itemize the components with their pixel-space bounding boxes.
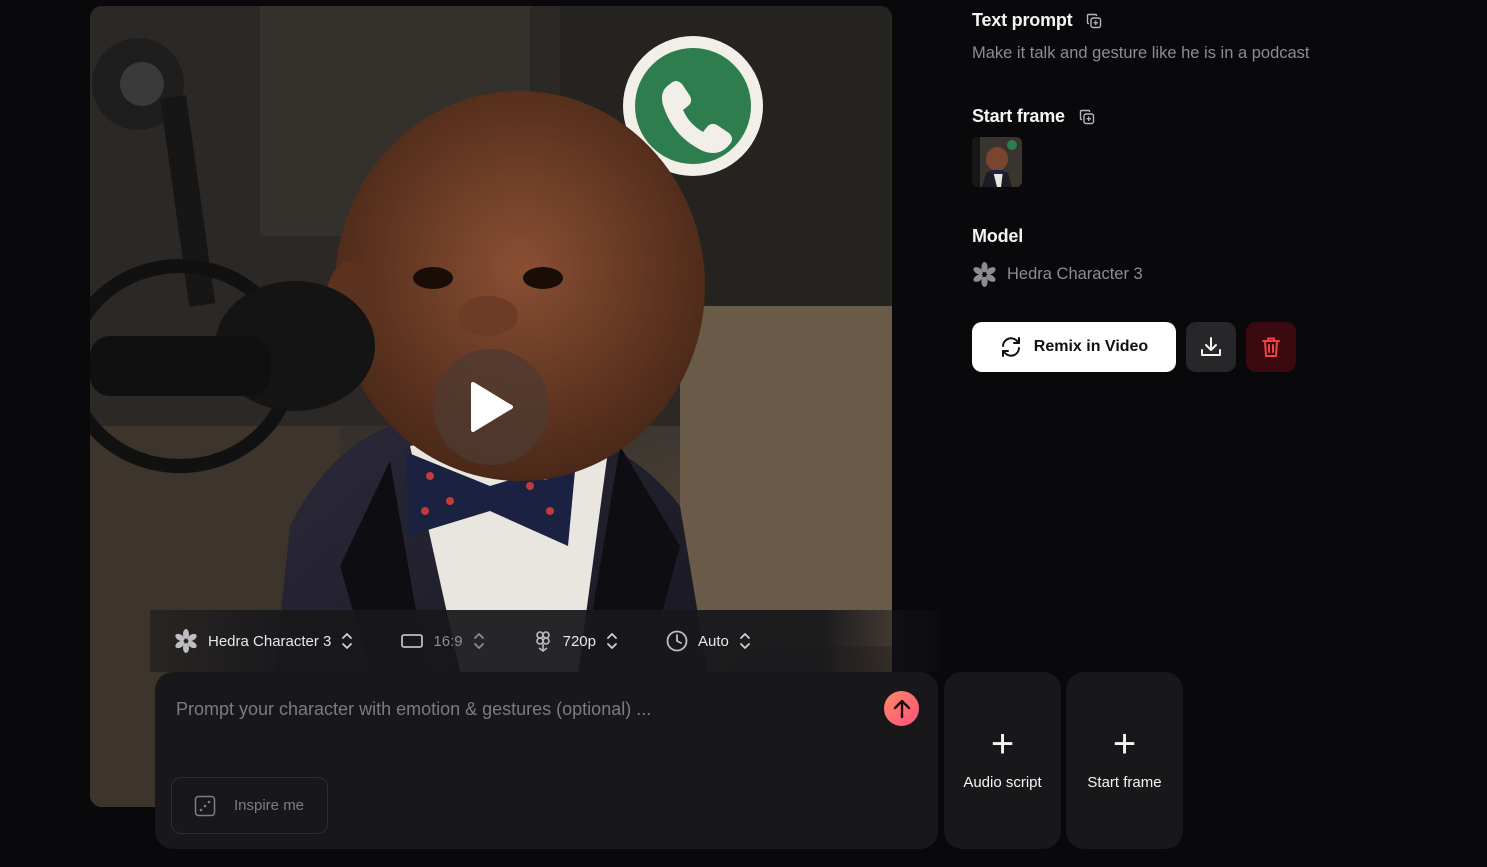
chevron-updown-icon: [739, 633, 750, 649]
text-prompt-title: Text prompt: [972, 10, 1073, 30]
inspire-me-label: Inspire me: [234, 797, 305, 814]
play-icon: [471, 382, 513, 432]
model-value: Hedra Character 3: [1007, 265, 1143, 283]
prompt-composer: Inspire me: [155, 672, 938, 849]
text-prompt-value: Make it talk and gesture like he is in a…: [972, 44, 1310, 62]
aspect-ratio-label: 16:9: [433, 632, 463, 650]
copy-text-prompt-button[interactable]: [1086, 13, 1102, 29]
submit-button[interactable]: [884, 691, 919, 726]
start-frame-thumbnail[interactable]: [972, 137, 1022, 187]
chevron-updown-icon: [342, 633, 353, 649]
prompt-input[interactable]: [176, 694, 866, 724]
model-title: Model: [972, 226, 1023, 246]
plus-icon: +: [1112, 722, 1137, 766]
remix-in-video-label: Remix in Video: [1033, 338, 1149, 355]
model-info: Hedra Character 3: [972, 262, 1143, 287]
copy-start-frame-button[interactable]: [1079, 109, 1095, 125]
audio-script-label: Audio script: [963, 774, 1042, 791]
refresh-icon: [1001, 337, 1020, 357]
trash-icon: [1262, 337, 1280, 357]
aspect-ratio-icon: [401, 634, 424, 648]
start-frame-title: Start frame: [972, 106, 1065, 126]
start-frame-heading: Start frame: [972, 106, 1095, 127]
copy-icon: [1087, 13, 1102, 28]
text-prompt-heading: Text prompt: [972, 10, 1102, 31]
add-audio-script-button[interactable]: + Audio script: [944, 672, 1061, 849]
model-selector-label: Hedra Character 3: [208, 632, 332, 650]
chevron-updown-icon: [473, 633, 484, 649]
hedra-logo-icon: [973, 262, 996, 287]
delete-button[interactable]: [1246, 322, 1296, 372]
download-icon: [1201, 337, 1221, 356]
start-frame-card-label: Start frame: [1087, 774, 1162, 791]
resolution-label: 720p: [562, 632, 596, 650]
plus-icon: +: [990, 722, 1015, 766]
remix-in-video-button[interactable]: Remix in Video: [972, 322, 1176, 372]
start-frame-thumbnail-image: [972, 137, 1022, 187]
play-button[interactable]: [433, 349, 549, 465]
duration-label: Auto: [697, 632, 729, 650]
arrow-up-icon: [893, 699, 910, 718]
hedra-logo-icon: [175, 629, 197, 653]
dice-icon: [194, 795, 216, 816]
duration-selector[interactable]: Auto: [666, 630, 751, 652]
aspect-ratio-selector[interactable]: 16:9: [401, 631, 484, 651]
model-heading: Model: [972, 226, 1023, 247]
copy-icon: [1079, 109, 1095, 124]
chevron-updown-icon: [607, 633, 617, 649]
resolution-icon: [535, 631, 550, 652]
model-selector[interactable]: Hedra Character 3: [174, 629, 353, 653]
generation-settings-bar: Hedra Character 3 16:9 720p Auto: [150, 610, 940, 672]
inspire-me-button[interactable]: Inspire me: [171, 777, 328, 834]
add-start-frame-button[interactable]: + Start frame: [1066, 672, 1183, 849]
download-button[interactable]: [1186, 322, 1236, 372]
resolution-selector[interactable]: 720p: [533, 630, 618, 652]
clock-icon: [666, 630, 688, 652]
